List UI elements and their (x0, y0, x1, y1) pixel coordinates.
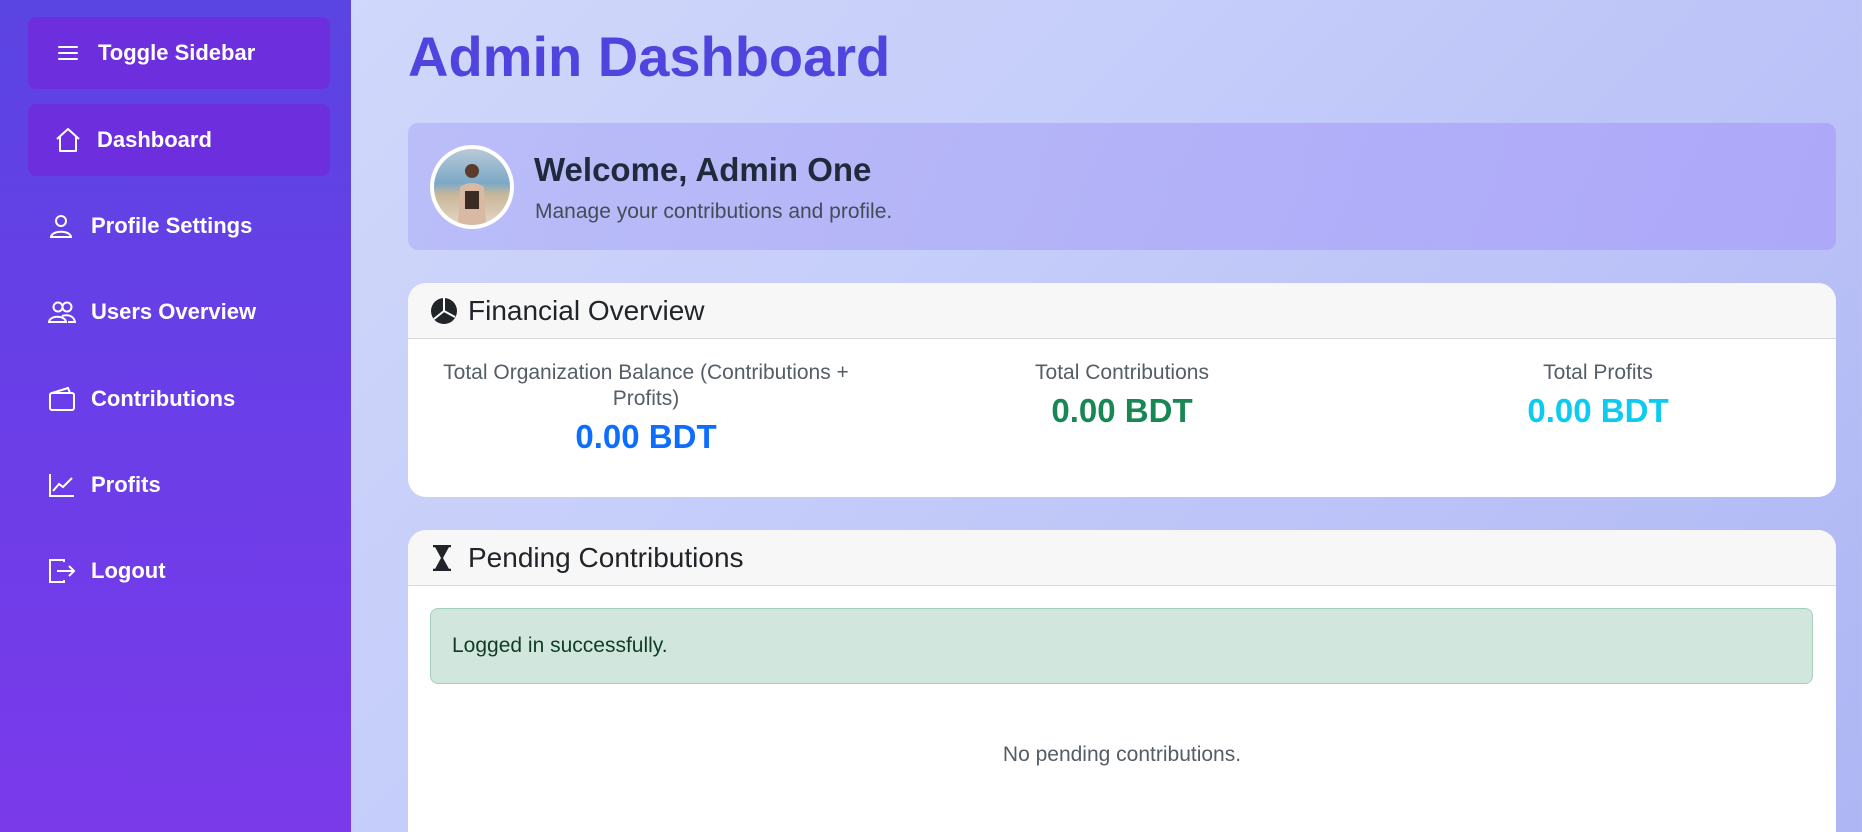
toggle-sidebar-button[interactable]: Toggle Sidebar (28, 17, 330, 89)
sidebar-item-label: Contributions (91, 386, 236, 411)
sidebar-item-label: Dashboard (97, 127, 212, 152)
logout-icon (48, 558, 91, 584)
users-icon (48, 299, 91, 325)
stat-value: 0.00 BDT (1527, 392, 1669, 429)
financial-overview-title: Financial Overview (468, 294, 705, 326)
welcome-title: Welcome, Admin One (534, 151, 872, 188)
stat-label: Total Profits (1543, 361, 1653, 384)
user-icon (48, 213, 91, 239)
hourglass-icon (430, 544, 468, 571)
pending-contributions-header: Pending Contributions (408, 530, 1836, 586)
stat-label: Total Organization Balance (Contribution… (443, 361, 849, 410)
sidebar-item-dashboard[interactable]: Dashboard (28, 104, 330, 176)
sidebar-item-label: Profile Settings (91, 213, 253, 238)
welcome-subtitle: Manage your contributions and profile. (535, 200, 893, 223)
sidebar-item-profits[interactable]: Profits (28, 449, 330, 521)
pending-contributions-title: Pending Contributions (468, 541, 744, 573)
toggle-sidebar-label: Toggle Sidebar (98, 40, 256, 65)
stat-total-contributions: Total Contributions 0.00 BDT (884, 360, 1360, 430)
chart-line-icon (48, 472, 91, 498)
stat-value: 0.00 BDT (575, 418, 717, 455)
empty-state-message: No pending contributions. (1002, 743, 1242, 766)
stat-value: 0.00 BDT (1051, 392, 1193, 429)
sidebar-item-label: Profits (91, 472, 161, 497)
pie-chart-icon (430, 297, 468, 325)
sidebar-item-users-overview[interactable]: Users Overview (28, 276, 330, 348)
sidebar: Toggle Sidebar Dashboard Profile Setting… (0, 0, 351, 832)
financial-overview-header: Financial Overview (408, 283, 1836, 339)
sidebar-item-profile-settings[interactable]: Profile Settings (28, 190, 330, 262)
avatar (430, 145, 514, 229)
sidebar-item-logout[interactable]: Logout (28, 535, 330, 607)
stat-total-balance: Total Organization Balance (Contribution… (408, 360, 884, 456)
financial-overview-card: Financial Overview Total Organization Ba… (408, 283, 1836, 497)
welcome-card: Welcome, Admin One Manage your contribut… (408, 123, 1836, 250)
hamburger-menu-icon (58, 45, 98, 61)
success-alert: Logged in successfully. (430, 608, 1813, 684)
page-title: Admin Dashboard (408, 25, 891, 88)
sidebar-item-label: Users Overview (91, 299, 257, 324)
stat-total-profits: Total Profits 0.00 BDT (1360, 360, 1836, 430)
sidebar-item-label: Logout (91, 558, 166, 583)
stat-label: Total Contributions (1035, 361, 1209, 384)
home-icon (54, 127, 97, 153)
pending-contributions-card: Pending Contributions Logged in successf… (408, 530, 1836, 832)
wallet-icon (48, 386, 91, 412)
sidebar-item-contributions[interactable]: Contributions (28, 363, 330, 435)
